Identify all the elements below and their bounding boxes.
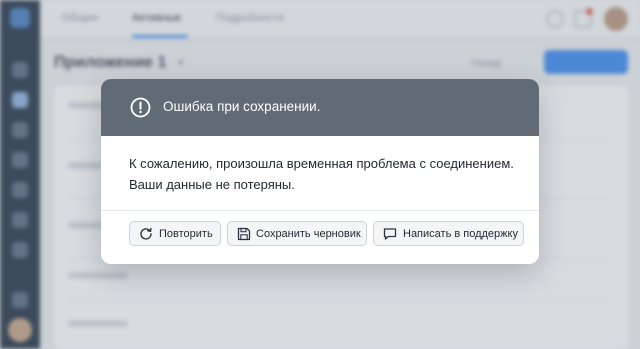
dialog-divider bbox=[101, 210, 539, 211]
error-dialog: Ошибка при сохранении. К сожалению, прои… bbox=[101, 79, 539, 264]
refresh-icon bbox=[140, 227, 152, 240]
save-draft-button[interactable]: Сохранить черновик bbox=[227, 221, 367, 246]
exclamation-circle-icon bbox=[130, 97, 151, 118]
dialog-title: Ошибка при сохранении. bbox=[163, 99, 321, 114]
retry-button[interactable]: Повторить bbox=[129, 221, 221, 246]
contact-support-button-label: Написать в поддержку bbox=[403, 228, 518, 240]
retry-button-label: Повторить bbox=[159, 228, 213, 240]
contact-support-button[interactable]: Написать в поддержку bbox=[373, 221, 524, 246]
dialog-message-line: Ваши данные не потеряны. bbox=[129, 177, 295, 192]
dialog-message: К сожалению, произошла временная проблем… bbox=[129, 153, 519, 195]
floppy-disk-icon bbox=[237, 227, 251, 241]
save-draft-button-label: Сохранить черновик bbox=[256, 228, 361, 240]
chat-bubble-icon bbox=[383, 228, 397, 240]
dialog-message-line: К сожалению, произошла временная проблем… bbox=[129, 156, 514, 171]
dialog-header: Ошибка при сохранении. bbox=[101, 79, 539, 136]
